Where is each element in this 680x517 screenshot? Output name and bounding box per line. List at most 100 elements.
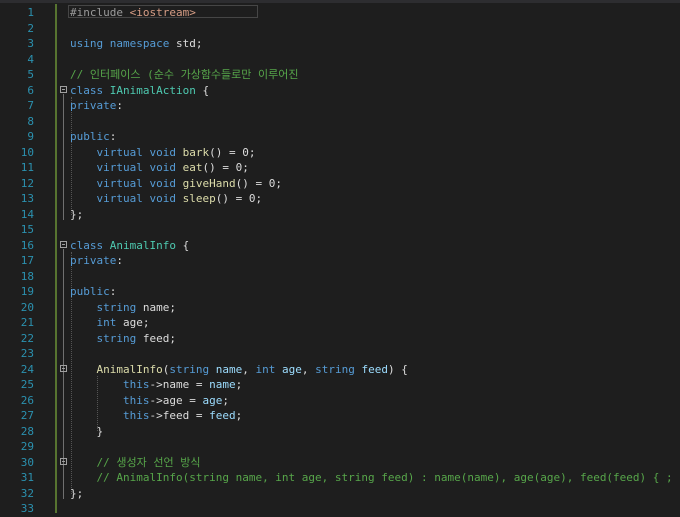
code-line[interactable]: this->name = name; [70, 377, 680, 393]
code-token: : [110, 285, 117, 298]
line-number: 11 [0, 160, 34, 176]
code-line[interactable]: string feed; [70, 331, 680, 347]
code-line[interactable] [70, 222, 680, 238]
code-editor[interactable]: 1234567891011121314151617181920212223242… [0, 4, 680, 513]
code-line[interactable]: virtual void giveHand() = 0; [70, 176, 680, 192]
line-number: 1 [0, 5, 34, 21]
code-line[interactable] [70, 346, 680, 362]
line-number: 18 [0, 269, 34, 285]
code-token [70, 192, 97, 205]
code-line[interactable]: // 인터페이스 (순수 가상함수들로만 이루어진 [70, 67, 680, 83]
code-token: () = 0; [202, 161, 248, 174]
code-token [70, 378, 123, 391]
code-token: // 생성자 선언 방식 [97, 456, 201, 469]
code-token: virtual void [97, 192, 183, 205]
code-token: ->age = [149, 394, 202, 407]
code-line[interactable]: private: [70, 98, 680, 114]
code-token [70, 301, 97, 314]
code-token: private [70, 99, 116, 112]
code-token: eat [183, 161, 203, 174]
code-token: ; [222, 394, 229, 407]
editor-tab-strip [0, 0, 680, 3]
code-line[interactable]: this->age = age; [70, 393, 680, 409]
code-line[interactable] [70, 114, 680, 130]
code-line[interactable]: }; [70, 207, 680, 223]
code-token: virtual void [97, 146, 183, 159]
code-line[interactable] [70, 21, 680, 37]
code-token [70, 332, 97, 345]
code-line[interactable] [70, 501, 680, 517]
code-line[interactable]: }; [70, 486, 680, 502]
code-token: , [242, 363, 255, 376]
code-line[interactable]: using namespace std; [70, 36, 680, 52]
code-token: giveHand [183, 177, 236, 190]
code-token: virtual void [97, 161, 183, 174]
line-number: 13 [0, 191, 34, 207]
code-line[interactable]: public: [70, 284, 680, 300]
code-token: string [97, 332, 143, 345]
code-token [70, 471, 97, 484]
code-token: ; [236, 378, 243, 391]
code-line[interactable]: int age; [70, 315, 680, 331]
code-line[interactable] [70, 269, 680, 285]
code-line[interactable]: // AnimalInfo(string name, int age, stri… [70, 470, 680, 486]
line-number: 19 [0, 284, 34, 300]
code-token: name [216, 363, 243, 376]
code-token [70, 316, 97, 329]
code-line[interactable]: public: [70, 129, 680, 145]
code-line[interactable]: AnimalInfo(string name, int age, string … [70, 362, 680, 378]
line-number: 5 [0, 67, 34, 83]
line-number: 25 [0, 377, 34, 393]
code-token: { [176, 239, 189, 252]
code-line[interactable]: // 생성자 선언 방식 [70, 455, 680, 471]
code-token: () = 0; [216, 192, 262, 205]
code-token: : [116, 99, 123, 112]
code-line[interactable]: virtual void bark() = 0; [70, 145, 680, 161]
code-token: #include [70, 6, 130, 19]
line-number: 30 [0, 455, 34, 471]
line-number: 24 [0, 362, 34, 378]
line-number: 15 [0, 222, 34, 238]
code-token: ) { [388, 363, 408, 376]
code-token [70, 456, 97, 469]
line-number: 28 [0, 424, 34, 440]
code-token: feed [361, 363, 388, 376]
code-token [70, 409, 123, 422]
code-text-area[interactable]: #include <iostream> using namespace std; /… [70, 4, 680, 513]
code-line[interactable]: class IAnimalAction { [70, 83, 680, 99]
code-token: feed; [143, 332, 176, 345]
line-number: 9 [0, 129, 34, 145]
code-line[interactable]: string name; [70, 300, 680, 316]
code-line[interactable]: this->feed = feed; [70, 408, 680, 424]
code-token: public [70, 285, 110, 298]
code-line[interactable]: virtual void eat() = 0; [70, 160, 680, 176]
code-line[interactable] [70, 52, 680, 68]
code-token: ->feed = [149, 409, 209, 422]
code-token: <iostream> [130, 6, 196, 19]
collapse-comment-icon[interactable] [60, 458, 67, 465]
line-number: 12 [0, 176, 34, 192]
line-number: 32 [0, 486, 34, 502]
code-line[interactable]: } [70, 424, 680, 440]
code-line[interactable] [70, 439, 680, 455]
code-token: () = 0; [236, 177, 282, 190]
collapse-class-IAnimalAction-icon[interactable] [60, 86, 67, 93]
code-token: int [255, 363, 282, 376]
code-token: string [315, 363, 361, 376]
code-line[interactable]: virtual void sleep() = 0; [70, 191, 680, 207]
code-line[interactable]: private: [70, 253, 680, 269]
line-number: 16 [0, 238, 34, 254]
line-number: 10 [0, 145, 34, 161]
collapse-class-AnimalInfo-icon[interactable] [60, 241, 67, 248]
code-token: ->name = [149, 378, 209, 391]
collapse-constructor-icon[interactable] [60, 365, 67, 372]
line-number: 7 [0, 98, 34, 114]
code-line[interactable]: class AnimalInfo { [70, 238, 680, 254]
code-token: this [123, 394, 150, 407]
code-token: using namespace [70, 37, 176, 50]
code-token: private [70, 254, 116, 267]
code-line[interactable]: #include <iostream> [70, 5, 680, 21]
code-token: feed [209, 409, 236, 422]
code-token [70, 394, 123, 407]
code-token: name [209, 378, 236, 391]
